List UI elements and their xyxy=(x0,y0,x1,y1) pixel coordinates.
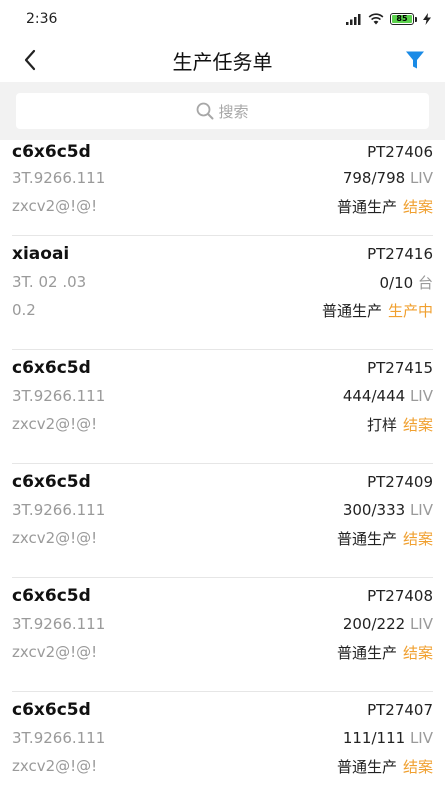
charging-icon xyxy=(423,13,431,25)
status-bar: 2:36 85 xyxy=(0,0,445,38)
order-status: 结案 xyxy=(402,529,433,548)
search-icon xyxy=(197,102,214,120)
order-spec: 3T. 02 .03 xyxy=(12,273,87,291)
order-number: PT27415 xyxy=(367,359,433,377)
order-unit: 台 xyxy=(417,273,433,292)
order-spec: 3T.9266.111 xyxy=(12,169,106,187)
order-status: 结案 xyxy=(402,643,433,662)
order-type: 普通生产 xyxy=(336,529,397,548)
nav-bar: 生产任务单 xyxy=(0,38,445,82)
order-list: c6x6c5d PT27406 3T.9266.111 798/798 LIV … xyxy=(0,140,445,791)
order-code: zxcv2@!@! xyxy=(12,643,98,661)
order-item[interactable]: xiaoai PT27416 3T. 02 .03 0/10 台 0.2 普通生… xyxy=(12,236,433,350)
filter-button[interactable] xyxy=(397,42,433,78)
order-spec: 3T.9266.111 xyxy=(12,501,106,519)
order-code: zxcv2@!@! xyxy=(12,529,98,547)
signal-icon xyxy=(346,14,361,25)
order-unit: LIV xyxy=(409,615,433,633)
order-number: PT27408 xyxy=(367,587,433,605)
order-code: zxcv2@!@! xyxy=(12,197,98,215)
order-qty: 0/10 xyxy=(379,273,414,292)
order-item[interactable]: c6x6c5d PT27406 3T.9266.111 798/798 LIV … xyxy=(12,140,433,236)
battery-icon: 85 xyxy=(390,13,417,25)
search-input[interactable]: 搜索 xyxy=(16,93,429,129)
order-unit: LIV xyxy=(409,387,433,405)
order-item[interactable]: c6x6c5d PT27415 3T.9266.111 444/444 LIV … xyxy=(12,350,433,464)
order-type: 普通生产 xyxy=(336,197,397,216)
order-item[interactable]: c6x6c5d PT27407 3T.9266.111 111/111 LIV … xyxy=(12,692,433,791)
page-title: 生产任务单 xyxy=(172,49,273,74)
order-status: 结案 xyxy=(402,415,433,434)
back-button[interactable] xyxy=(12,42,48,78)
status-time: 2:36 xyxy=(26,11,58,27)
order-status: 结案 xyxy=(402,757,433,776)
wifi-icon xyxy=(368,13,384,25)
order-number: PT27416 xyxy=(367,245,433,263)
order-qty: 111/111 xyxy=(342,729,406,747)
order-name: c6x6c5d xyxy=(12,586,91,606)
order-unit: LIV xyxy=(409,729,433,747)
order-name: xiaoai xyxy=(12,244,70,264)
status-icons: 85 xyxy=(346,13,431,25)
search-placeholder: 搜索 xyxy=(218,102,249,121)
order-qty: 798/798 xyxy=(342,169,406,187)
order-item[interactable]: c6x6c5d PT27409 3T.9266.111 300/333 LIV … xyxy=(12,464,433,578)
order-qty: 300/333 xyxy=(342,501,406,519)
order-spec: 3T.9266.111 xyxy=(12,729,106,747)
order-number: PT27407 xyxy=(367,701,433,719)
order-qty: 200/222 xyxy=(342,615,406,633)
order-type: 普通生产 xyxy=(336,643,397,662)
order-item[interactable]: c6x6c5d PT27408 3T.9266.111 200/222 LIV … xyxy=(12,578,433,692)
order-number: PT27406 xyxy=(367,143,433,161)
order-name: c6x6c5d xyxy=(12,472,91,492)
order-code: zxcv2@!@! xyxy=(12,757,98,775)
order-name: c6x6c5d xyxy=(12,142,91,162)
order-unit: LIV xyxy=(409,501,433,519)
order-unit: LIV xyxy=(409,169,433,187)
battery-level: 85 xyxy=(396,14,408,23)
order-name: c6x6c5d xyxy=(12,358,91,378)
order-status: 结案 xyxy=(402,197,433,216)
order-type: 打样 xyxy=(366,415,397,434)
order-type: 普通生产 xyxy=(321,301,382,320)
order-number: PT27409 xyxy=(367,473,433,491)
filter-icon xyxy=(406,51,424,69)
order-name: c6x6c5d xyxy=(12,700,91,720)
order-qty: 444/444 xyxy=(342,387,406,405)
search-bar: 搜索 xyxy=(0,82,445,140)
order-code: zxcv2@!@! xyxy=(12,415,98,433)
order-spec: 3T.9266.111 xyxy=(12,615,106,633)
order-type: 普通生产 xyxy=(336,757,397,776)
order-code: 0.2 xyxy=(12,301,36,319)
order-status: 生产中 xyxy=(387,301,433,320)
back-arrow-icon xyxy=(24,49,36,71)
order-spec: 3T.9266.111 xyxy=(12,387,106,405)
